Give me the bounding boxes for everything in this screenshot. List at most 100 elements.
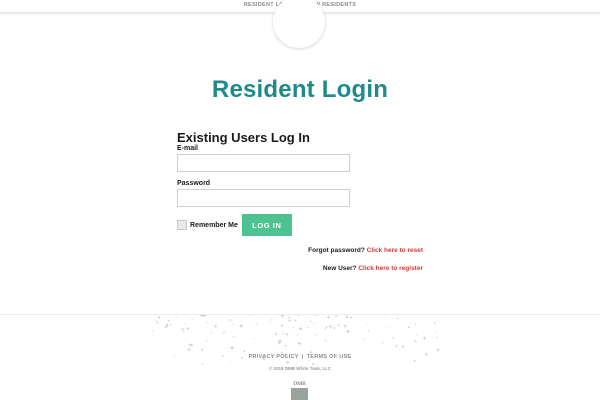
pattern-star (190, 343, 194, 347)
resident-login-page: RESIDENT LOGIN|NEW RESIDENTS Resident Lo… (0, 0, 600, 400)
pattern-star (381, 341, 384, 344)
pattern-star (363, 338, 366, 341)
pattern-star (232, 323, 235, 326)
pattern-star (345, 315, 349, 320)
pattern-star (298, 326, 303, 331)
pattern-star (285, 360, 290, 365)
pattern-star (280, 323, 284, 328)
pattern-star (228, 318, 233, 322)
pattern-star (239, 323, 244, 328)
pattern-star (268, 320, 271, 323)
pattern-star (243, 349, 246, 353)
forgot-password-line: Forgot password? Click here to reset (308, 247, 423, 254)
pattern-star (384, 316, 388, 319)
password-label: Password (177, 180, 211, 187)
pattern-star (413, 322, 417, 326)
pattern-star (167, 319, 171, 323)
footer-links: PRIVACY POLICY | TERMS OF USE (0, 354, 600, 360)
email-label: E-mail (177, 145, 199, 152)
reset-password-link[interactable]: Click here to reset (367, 247, 423, 254)
pattern-star (287, 318, 292, 323)
pattern-star (230, 345, 235, 350)
pattern-star (282, 330, 285, 333)
pattern-star (349, 316, 353, 320)
pattern-star (155, 319, 157, 322)
pattern-star (175, 316, 178, 319)
pattern-star (435, 347, 441, 352)
pattern-star (206, 321, 208, 324)
password-field[interactable] (177, 189, 350, 207)
pattern-star (332, 326, 336, 330)
pattern-star (294, 319, 297, 322)
pattern-star (292, 326, 295, 329)
pattern-star (205, 339, 208, 342)
pattern-star (309, 320, 313, 323)
pattern-star (152, 329, 154, 333)
pattern-star (209, 331, 213, 335)
pattern-star (157, 315, 162, 320)
pattern-star (255, 323, 258, 326)
pattern-star (184, 322, 187, 325)
pattern-star (396, 316, 400, 320)
pattern-star (435, 336, 438, 339)
remember-me-checkbox[interactable] (177, 220, 187, 230)
brand-logo-text: DMB (293, 381, 306, 387)
privacy-policy-link[interactable]: PRIVACY POLICY (249, 354, 299, 360)
pattern-star (334, 315, 337, 318)
pattern-star (422, 336, 427, 341)
pattern-star (284, 332, 290, 337)
pattern-star (433, 321, 437, 325)
pattern-star (232, 335, 235, 338)
brand-logo-mark (291, 388, 308, 400)
pattern-star (311, 362, 316, 365)
pattern-star (270, 318, 274, 321)
email-field[interactable] (177, 154, 350, 172)
pattern-star (282, 333, 284, 336)
pattern-star (190, 318, 194, 321)
pattern-star (186, 347, 192, 352)
pattern-star (391, 336, 395, 340)
pattern-star (201, 362, 204, 365)
pattern-star (287, 316, 291, 320)
pattern-star (156, 321, 160, 325)
circle-logo-icon[interactable] (273, 0, 325, 48)
pattern-star (325, 325, 328, 329)
login-button[interactable]: LOG IN (241, 214, 292, 236)
pattern-star (274, 332, 278, 336)
pattern-star (199, 315, 204, 317)
pattern-star (253, 337, 256, 340)
pattern-star (312, 322, 315, 325)
pattern-star (213, 324, 218, 329)
pattern-star (367, 329, 370, 333)
pattern-star (324, 339, 328, 343)
new-user-line: New User? Click here to register (323, 265, 423, 272)
remember-me-label: Remember Me (190, 221, 238, 229)
copyright-text: © 2018 DMB White Tank, LLC (268, 366, 332, 371)
pattern-star (324, 327, 327, 330)
terms-of-use-link[interactable]: TERMS OF USE (307, 354, 352, 360)
existing-users-heading: Existing Users Log In (177, 130, 310, 145)
pattern-star (297, 315, 300, 317)
pattern-star (345, 329, 351, 334)
register-link[interactable]: Click here to register (358, 265, 423, 272)
forgot-password-text: Forgot password? (308, 247, 365, 254)
pattern-star (401, 345, 405, 349)
pattern-star (280, 315, 285, 318)
pattern-star (297, 341, 302, 346)
pattern-star (248, 315, 251, 317)
pattern-star (415, 334, 418, 337)
pattern-star (365, 322, 368, 324)
pattern-star (394, 344, 399, 348)
pattern-star (315, 334, 318, 337)
pattern-star (284, 344, 287, 348)
pattern-star (343, 324, 347, 328)
page-title: Resident Login (211, 76, 389, 103)
pattern-star (185, 326, 190, 331)
footer: PRIVACY POLICY | TERMS OF USE © 2018 DMB W… (0, 314, 600, 400)
pattern-star (230, 360, 232, 363)
pattern-star (296, 333, 299, 336)
footer-separator: | (301, 354, 304, 360)
pattern-star (328, 324, 333, 329)
pattern-star (307, 326, 310, 329)
pattern-star (326, 315, 331, 319)
